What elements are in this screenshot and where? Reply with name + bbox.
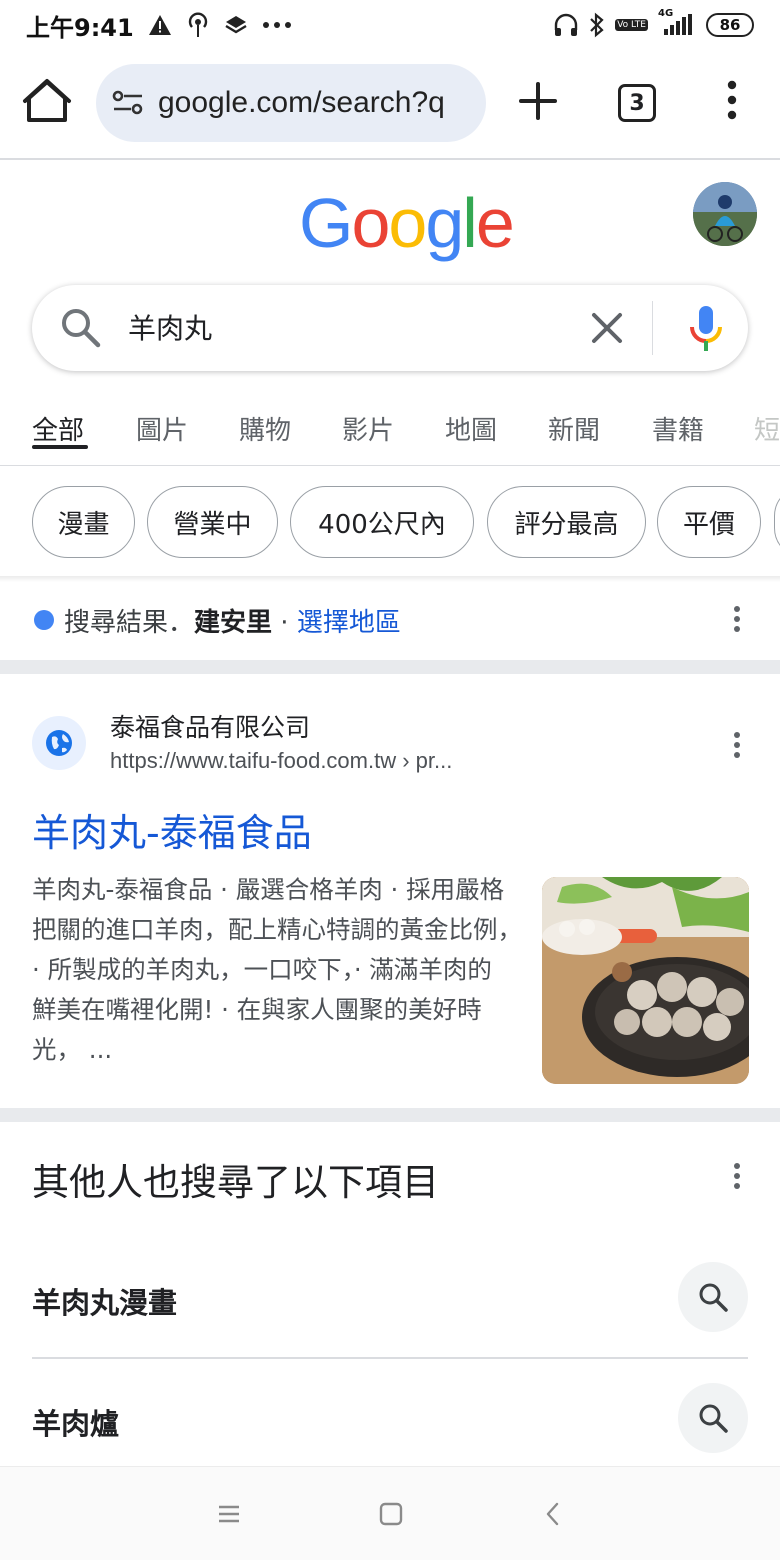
system-navigation-bar	[0, 1466, 780, 1560]
logo-letter: l	[462, 184, 478, 262]
voice-search-button[interactable]	[684, 303, 728, 357]
result-thumbnail[interactable]	[542, 877, 749, 1084]
chip-overflow[interactable]	[774, 486, 780, 558]
plus-icon	[519, 82, 557, 120]
people-also-search-title: 其他人也搜尋了以下項目	[32, 1161, 439, 1204]
address-bar[interactable]: google.com/search?q	[96, 64, 486, 142]
tabs-divider	[0, 465, 780, 466]
chip-within-400m[interactable]: 400公尺內	[290, 486, 474, 558]
location-prefix: 搜尋結果．	[64, 608, 195, 638]
related-search-label[interactable]: 羊肉丸漫畫	[32, 1280, 177, 1322]
section-separator	[0, 660, 780, 674]
related-search-button[interactable]	[678, 1383, 748, 1453]
site-settings-icon[interactable]	[112, 89, 144, 117]
globe-icon	[46, 730, 72, 756]
result-url[interactable]: https://www.taifu-food.com.tw › pr...	[110, 748, 452, 774]
related-search-divider	[32, 1357, 748, 1359]
microphone-icon	[690, 306, 722, 351]
status-bar: 上午9:41 Vo LTE 4G 86	[0, 0, 780, 50]
logo-letter: G	[299, 184, 353, 262]
search-icon	[58, 305, 104, 355]
toolbar-divider	[0, 158, 780, 160]
location-row: 搜尋結果．建安里 · 選擇地區	[0, 590, 780, 650]
result-more-button[interactable]	[732, 732, 742, 762]
logo-letter: g	[425, 184, 464, 262]
tab-short-videos[interactable]: 短	[754, 410, 780, 447]
tab-switcher-button[interactable]: 3	[618, 84, 656, 122]
tab-images[interactable]: 圖片	[136, 410, 188, 447]
bluetooth-icon	[589, 12, 605, 38]
section-separator	[0, 1108, 780, 1122]
search-icon	[699, 1404, 728, 1433]
new-tab-button[interactable]	[515, 78, 561, 128]
layers-icon	[224, 14, 248, 36]
location-dot-icon	[34, 610, 54, 630]
status-right: Vo LTE 4G 86	[553, 8, 754, 38]
chips-shadow	[0, 576, 780, 582]
meatball-food-image	[542, 877, 749, 1084]
headphones-icon	[553, 12, 579, 38]
search-box[interactable]: 羊肉丸	[32, 285, 748, 371]
url-text[interactable]: google.com/search?q	[158, 86, 445, 120]
tab-news[interactable]: 新聞	[548, 410, 600, 447]
location-separator: ·	[272, 608, 297, 638]
home-button[interactable]	[22, 78, 72, 128]
related-search-item[interactable]: 羊肉爐	[0, 1363, 780, 1473]
logo-letter: o	[388, 184, 427, 262]
result-snippet: 羊肉丸-泰福食品 · 嚴選合格羊肉 · 採用嚴格把關的進口羊肉，配上精心特調的黃…	[32, 875, 510, 1064]
search-icon	[699, 1283, 728, 1312]
logo-letter: o	[351, 184, 390, 262]
logo-letter: e	[475, 184, 515, 262]
avatar-photo	[693, 182, 757, 246]
location-more-button[interactable]	[732, 606, 742, 636]
related-search-label[interactable]: 羊肉爐	[32, 1401, 119, 1443]
filter-chips: 漫畫 營業中 400公尺內 評分最高 平價	[0, 486, 780, 560]
signal-icon: 4G	[658, 8, 696, 36]
google-logo[interactable]: Google	[299, 188, 515, 258]
tab-shopping[interactable]: 購物	[239, 410, 291, 447]
active-tab-indicator	[32, 445, 88, 449]
tab-all[interactable]: 全部	[32, 410, 84, 447]
home-nav-button[interactable]	[376, 1499, 406, 1529]
search-tabs: 全部 圖片 購物 影片 地圖 新聞 書籍 短	[0, 400, 780, 466]
clear-search-button[interactable]	[588, 309, 626, 351]
location-text: 搜尋結果．建安里 · 選擇地區	[64, 602, 401, 639]
battery-indicator: 86	[706, 13, 754, 37]
warning-icon	[148, 14, 172, 36]
chip-open-now[interactable]: 營業中	[147, 486, 278, 558]
square-icon	[379, 1502, 403, 1526]
volte-icon: Vo LTE	[615, 19, 648, 31]
home-icon	[23, 79, 71, 122]
search-input[interactable]: 羊肉丸	[128, 307, 212, 347]
network-type: 4G	[658, 8, 674, 19]
account-avatar[interactable]	[693, 182, 757, 246]
location-place: 建安里	[194, 608, 273, 638]
result-site-name[interactable]: 泰福食品有限公司	[110, 708, 310, 744]
hotspot-icon	[186, 12, 210, 38]
browser-toolbar: google.com/search?q 3	[0, 50, 780, 158]
back-nav-button[interactable]	[538, 1499, 568, 1529]
chip-cheap[interactable]: 平價	[657, 486, 761, 558]
recent-apps-button[interactable]	[214, 1499, 244, 1529]
tab-books[interactable]: 書籍	[652, 410, 704, 447]
menu-lines-icon	[219, 1505, 239, 1523]
close-icon	[592, 313, 622, 343]
related-search-button[interactable]	[678, 1262, 748, 1332]
more-notifications-icon	[262, 21, 292, 29]
search-box-divider	[652, 301, 653, 355]
more-vert-icon	[727, 80, 737, 120]
tab-videos[interactable]: 影片	[342, 410, 394, 447]
related-search-item[interactable]: 羊肉丸漫畫	[0, 1242, 780, 1352]
browser-menu-button[interactable]	[720, 80, 744, 126]
people-also-search-more-button[interactable]	[732, 1163, 742, 1193]
tab-maps[interactable]: 地圖	[445, 410, 497, 447]
result-title-link[interactable]: 羊肉丸-泰福食品	[32, 802, 312, 857]
status-left: 上午9:41	[26, 8, 292, 43]
status-time: 上午9:41	[26, 13, 134, 42]
site-favicon[interactable]	[32, 716, 86, 770]
chip-comics[interactable]: 漫畫	[32, 486, 135, 558]
chip-top-rated[interactable]: 評分最高	[487, 486, 646, 558]
choose-area-link[interactable]: 選擇地區	[297, 608, 401, 638]
chevron-left-icon	[546, 1502, 559, 1526]
